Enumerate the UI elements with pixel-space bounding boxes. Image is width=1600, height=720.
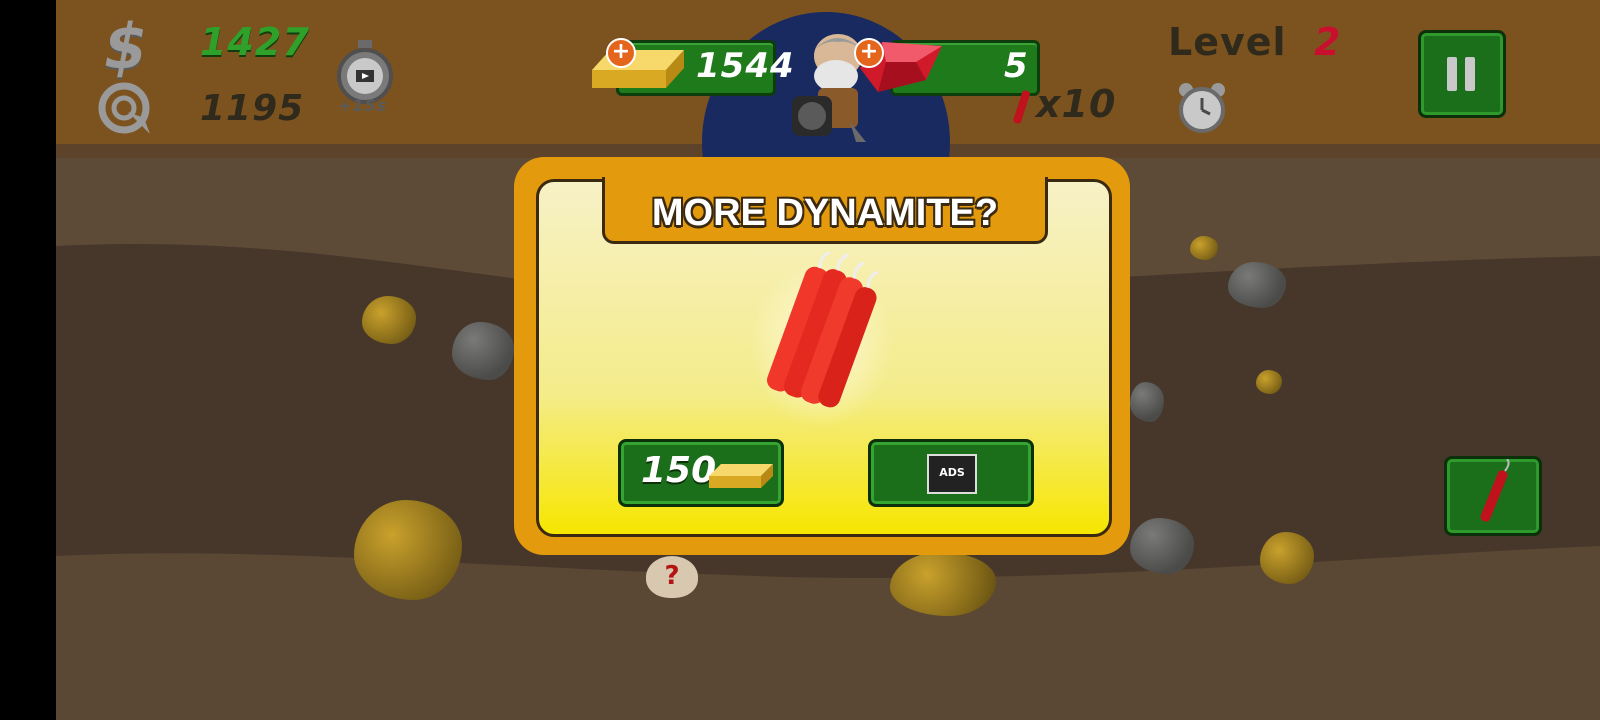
game-screen: ? $ 1427 1195 +15s 1544 + 5 + x10 Level … <box>56 0 1600 720</box>
buy-with-gold-button[interactable]: 150 <box>618 439 784 507</box>
ads-label: ADS <box>939 466 965 479</box>
gold-bar-icon <box>709 464 773 488</box>
watch-ad-button[interactable]: ADS <box>868 439 1034 507</box>
more-dynamite-dialog: MORE DYNAMITE? 150 ADS <box>514 157 1130 555</box>
film-ad-icon: ADS <box>927 454 977 494</box>
dynamite-bundle-icon <box>749 251 893 427</box>
dialog-title: MORE DYNAMITE? <box>651 192 999 234</box>
buy-price: 150 <box>641 450 717 491</box>
